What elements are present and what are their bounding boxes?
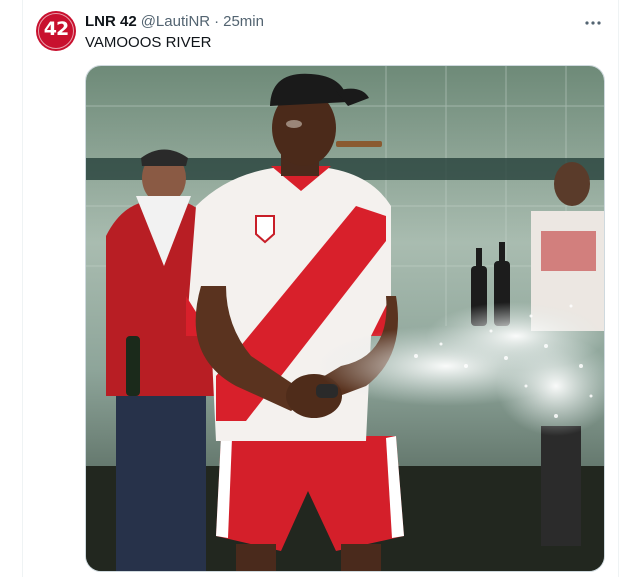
more-horizontal-icon xyxy=(585,12,601,30)
tweet-card[interactable]: 42 LNR 42 @LautiNR · 25min VAMOOOS RIVER xyxy=(22,0,618,577)
avatar[interactable]: 42 xyxy=(36,11,76,51)
tweet-header: LNR 42 @LautiNR · 25min xyxy=(85,11,264,31)
avatar-number: 42 xyxy=(43,18,69,40)
photo-illustration xyxy=(86,66,604,571)
timeline-divider-right xyxy=(618,0,619,577)
tweet-text: VAMOOOS RIVER xyxy=(85,34,212,51)
timestamp[interactable]: 25min xyxy=(223,13,264,30)
display-name[interactable]: LNR 42 xyxy=(85,13,137,30)
user-handle[interactable]: @LautiNR xyxy=(141,13,210,30)
separator-dot: · xyxy=(214,12,220,30)
tweet-photo[interactable] xyxy=(85,65,605,572)
more-options-button[interactable] xyxy=(580,10,606,32)
